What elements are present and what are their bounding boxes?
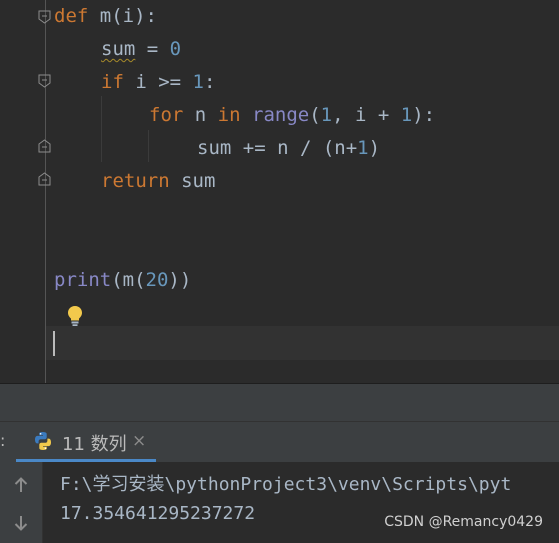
editor-bottom-strip — [0, 385, 559, 422]
loop-variable: n — [183, 104, 218, 126]
colon: : — [203, 71, 216, 93]
console-output-line: 17.354641295237272 — [60, 503, 256, 524]
code-editor[interactable]: def m(i): sum = 0 if i >= 1: for n in ra… — [0, 0, 559, 384]
close-icon[interactable]: × — [132, 431, 146, 451]
code-line-return[interactable]: return sum — [101, 170, 215, 192]
sum-expression: sum += n / (n+ — [197, 137, 358, 159]
arrow-down-icon[interactable] — [12, 514, 30, 532]
code-line-if[interactable]: if i >= 1: — [101, 71, 215, 93]
paren-close: ): — [412, 104, 436, 126]
arrow-up-icon[interactable] — [12, 476, 30, 494]
function-signature: m(i): — [88, 5, 157, 27]
indent-guide — [148, 130, 149, 162]
number-literal: 0 — [169, 38, 182, 60]
builtin-range: range — [252, 104, 310, 126]
code-line-sum-add[interactable]: sum += n / (n+1) — [197, 137, 380, 159]
keyword-for: for — [149, 104, 184, 126]
console-command-line: F:\学习安装\pythonProject3\venv\Scripts\pyt — [60, 474, 512, 495]
fold-close-icon[interactable] — [38, 139, 51, 153]
fold-close-icon[interactable] — [38, 172, 51, 186]
number-literal: 20 — [145, 269, 169, 291]
code-line-sum-init[interactable]: sum = 0 — [101, 38, 181, 60]
call-close: )) — [168, 269, 192, 291]
number-literal: 1 — [320, 104, 333, 126]
fold-open-icon[interactable] — [38, 74, 51, 88]
indent-guide — [101, 96, 102, 162]
paren-open: ( — [309, 104, 321, 126]
run-label-colon: : — [0, 431, 6, 450]
number-literal: 1 — [357, 137, 369, 159]
code-line-for[interactable]: for n in range(1, i + 1): — [149, 104, 435, 126]
call-open: (m( — [111, 269, 146, 291]
run-tab-11-sequence[interactable]: 11 数列 × — [16, 422, 156, 462]
if-condition: i >= — [123, 71, 193, 93]
keyword-if: if — [101, 71, 124, 93]
keyword-def: def — [54, 5, 89, 27]
builtin-print: print — [54, 269, 112, 291]
run-toolbar — [0, 462, 43, 543]
paren-close: ) — [368, 137, 381, 159]
assign-operator: = — [135, 38, 170, 60]
lightbulb-icon[interactable] — [66, 305, 84, 327]
variable-sum: sum — [101, 38, 136, 60]
run-tab-label: 11 数列 — [62, 434, 127, 455]
keyword-return: return — [101, 170, 170, 192]
code-line-def[interactable]: def m(i): — [54, 5, 157, 27]
number-literal: 1 — [192, 71, 204, 93]
text-caret — [53, 331, 55, 356]
watermark-text: CSDN @Remancy0429 — [384, 514, 543, 530]
current-line-highlight — [46, 326, 559, 360]
range-args: , i + — [332, 104, 401, 126]
code-line-print[interactable]: print(m(20)) — [54, 269, 191, 291]
python-icon — [35, 432, 51, 450]
fold-open-icon[interactable] — [38, 10, 51, 24]
number-literal: 1 — [400, 104, 413, 126]
keyword-in: in — [217, 104, 241, 126]
return-value: sum — [169, 170, 216, 192]
